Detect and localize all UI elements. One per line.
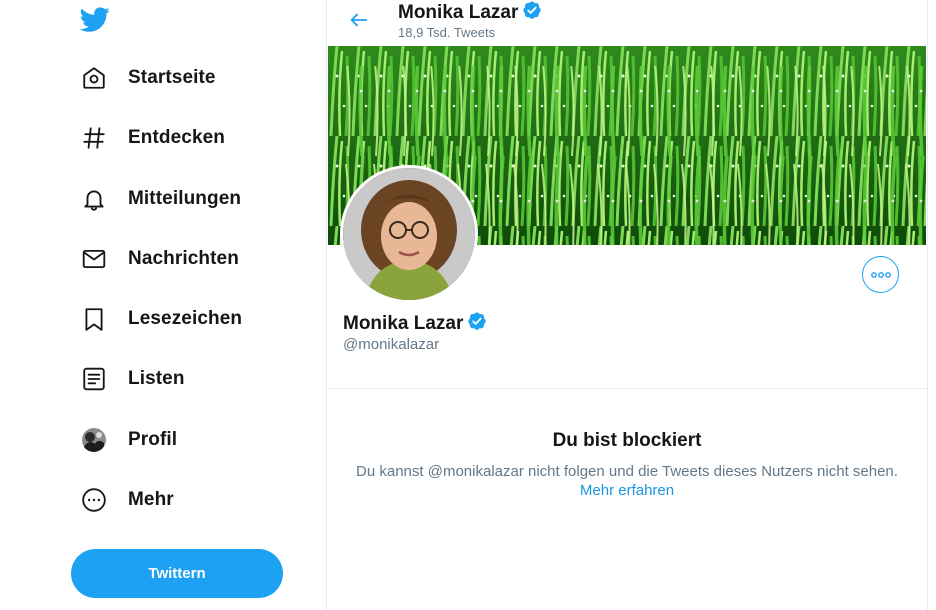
sidebar-item-mehr[interactable]: Mehr (80, 480, 174, 520)
list-icon (80, 365, 108, 393)
profile-column: Monika Lazar 18,9 Tsd. Tweets Monika Laz… (326, 0, 928, 610)
sidebar-item-lesezeichen[interactable]: Lesezeichen (80, 299, 242, 339)
sidebar-item-nachrichten[interactable]: Nachrichten (80, 239, 239, 279)
sidebar-item-profil[interactable]: Profil (80, 420, 177, 460)
tweet-button[interactable]: Twittern (71, 549, 283, 598)
learn-more-link[interactable]: Mehr erfahren (327, 482, 927, 499)
bookmark-icon (80, 305, 108, 333)
profile-header: Monika Lazar 18,9 Tsd. Tweets (327, 0, 927, 46)
sidebar-item-label: Entdecken (128, 127, 225, 148)
sidebar-item-label: Profil (128, 429, 178, 450)
verified-badge-icon (467, 311, 487, 337)
header-title: Monika Lazar (398, 0, 542, 26)
sidebar-item-label: Listen (128, 368, 185, 389)
sidebar-item-label: Startseite (128, 67, 216, 88)
blocked-message: Du kannst @monikalazar nicht folgen und … (356, 463, 898, 480)
more-circle-icon (80, 486, 108, 514)
profile-name: Monika Lazar (343, 311, 487, 337)
avatar-icon (80, 426, 108, 454)
sidebar-item-label: Lesezeichen (128, 308, 243, 329)
envelope-icon (80, 245, 108, 273)
profile-name-text: Monika Lazar (343, 313, 464, 334)
profile-avatar[interactable] (340, 165, 478, 303)
profile-handle: @monikalazar (343, 336, 440, 353)
sidebar-item-startseite[interactable]: Startseite (80, 58, 216, 98)
home-icon (80, 64, 108, 92)
sidebar: Startseite Entdecken Mitteilungen Nachri… (0, 0, 326, 610)
hashtag-icon (80, 124, 108, 152)
twitter-bird-icon[interactable] (79, 4, 110, 34)
header-name: Monika Lazar (398, 2, 519, 23)
back-arrow-icon[interactable] (345, 6, 373, 34)
ellipsis-icon (870, 271, 891, 278)
blocked-title: Du bist blockiert (552, 430, 702, 451)
avatar-photo (343, 168, 475, 300)
sidebar-item-listen[interactable]: Listen (80, 359, 185, 399)
sidebar-item-label: Nachrichten (128, 248, 239, 269)
more-options-button[interactable] (862, 256, 899, 293)
tweet-count: 18,9 Tsd. Tweets (398, 25, 496, 40)
verified-badge-icon (522, 0, 542, 26)
sidebar-item-label: Mitteilungen (128, 188, 242, 209)
sidebar-item-mitteilungen[interactable]: Mitteilungen (80, 179, 241, 219)
bell-icon (80, 185, 108, 213)
sidebar-item-label: Mehr (128, 489, 174, 510)
divider (327, 388, 927, 389)
sidebar-item-entdecken[interactable]: Entdecken (80, 118, 225, 158)
